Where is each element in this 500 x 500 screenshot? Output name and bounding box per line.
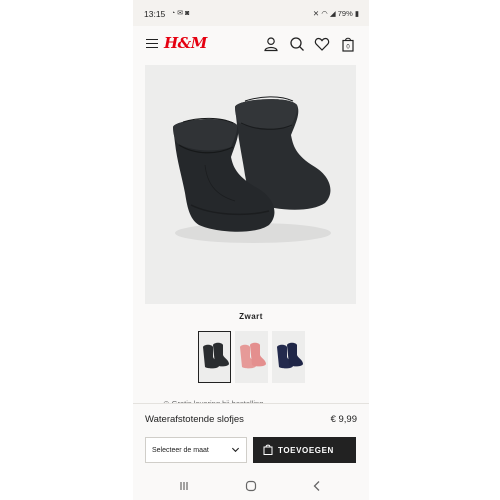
hm-logo[interactable]: H&M bbox=[164, 34, 207, 52]
status-time: 13:15 bbox=[144, 9, 166, 19]
favorites-icon[interactable] bbox=[314, 36, 330, 52]
notification-icons: ◔✉◙ bbox=[171, 9, 191, 17]
color-swatches bbox=[197, 331, 307, 383]
bag-icon bbox=[263, 444, 273, 455]
mail-icon: ✉ bbox=[177, 10, 186, 17]
size-select-label: Selecteer de maat bbox=[152, 447, 209, 454]
add-to-bag-label: TOEVOEGEN bbox=[278, 445, 334, 455]
bag-icon[interactable]: 0 bbox=[340, 36, 356, 52]
add-to-bag-button[interactable]: TOEVOEGEN bbox=[253, 437, 356, 463]
back-icon[interactable] bbox=[310, 479, 324, 493]
selected-color-name: Zwart bbox=[239, 312, 263, 321]
android-nav-bar bbox=[133, 473, 369, 500]
menu-icon[interactable] bbox=[146, 39, 158, 49]
phone-screen: 13:15 ◔✉◙ ✕ ◠ ◢ 79% ▮ H&M 0 Zwart Watera… bbox=[133, 0, 369, 500]
instagram-icon: ◙ bbox=[185, 10, 192, 17]
battery-icon: ▮ bbox=[354, 9, 359, 18]
account-icon[interactable] bbox=[263, 36, 279, 52]
add-to-bag-panel: Waterafstotende slofjes € 9,99 Selecteer… bbox=[133, 403, 369, 474]
site-header: H&M 0 bbox=[133, 26, 369, 62]
recent-apps-icon[interactable] bbox=[177, 479, 191, 493]
size-select[interactable]: Selecteer de maat bbox=[145, 437, 247, 463]
search-icon[interactable] bbox=[289, 36, 305, 52]
bag-count: 0 bbox=[346, 45, 350, 51]
status-bar: 13:15 ◔✉◙ ✕ ◠ ◢ 79% ▮ bbox=[133, 0, 369, 26]
system-status: ✕ ◠ ◢ 79% ▮ bbox=[313, 9, 359, 18]
product-name: Waterafstotende slofjes bbox=[145, 414, 244, 425]
black-baby-booties-icon bbox=[173, 96, 331, 243]
product-price: € 9,99 bbox=[330, 414, 357, 425]
wifi-icon: ◠ bbox=[321, 9, 328, 18]
swatch-zwart[interactable] bbox=[198, 331, 231, 383]
mute-icon: ✕ bbox=[312, 9, 320, 18]
swatch-donkerblauw[interactable] bbox=[272, 331, 305, 383]
battery-percent: 79% bbox=[337, 9, 353, 18]
signal-icon: ◢ bbox=[329, 9, 336, 18]
product-image[interactable] bbox=[145, 65, 356, 304]
home-icon[interactable] bbox=[244, 479, 258, 493]
swatch-roze[interactable] bbox=[235, 331, 268, 383]
chevron-down-icon bbox=[231, 447, 240, 453]
